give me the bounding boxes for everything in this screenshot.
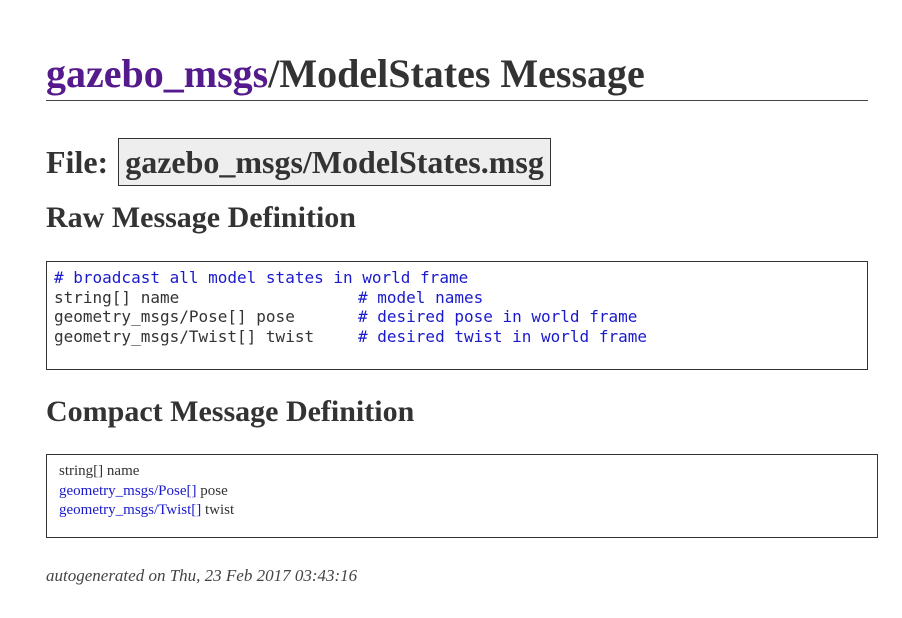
compact-line: geometry_msgs/Twist[] twist bbox=[59, 501, 865, 521]
raw-line: geometry_msgs/Pose[] pose # desired pose … bbox=[54, 307, 860, 327]
raw-comment: # desired twist in world frame bbox=[358, 326, 647, 346]
compact-definition-block: string[] name geometry_msgs/Pose[] pose … bbox=[46, 454, 878, 538]
field-name: name bbox=[106, 463, 140, 479]
raw-declaration: geometry_msgs/Twist[] twist bbox=[54, 326, 315, 346]
raw-line: # broadcast all model states in world fr… bbox=[54, 268, 860, 288]
raw-declaration: string[] name bbox=[54, 287, 180, 307]
raw-definition-heading: Raw Message Definition bbox=[46, 201, 356, 234]
page-title: gazebo_msgs/ModelStates Message bbox=[46, 50, 868, 101]
compact-definition-heading: Compact Message Definition bbox=[46, 395, 415, 428]
file-label: File: bbox=[46, 144, 109, 180]
package-link[interactable]: gazebo_msgs bbox=[46, 51, 268, 96]
twist-type-link[interactable]: geometry_msgs/Twist[] bbox=[59, 502, 201, 518]
file-heading: File: gazebo_msgs/ModelStates.msg bbox=[46, 138, 551, 186]
raw-declaration: geometry_msgs/Pose[] pose bbox=[54, 307, 295, 326]
autogenerated-footer: autogenerated on Thu, 23 Feb 2017 03:43:… bbox=[46, 566, 358, 585]
pose-type-link[interactable]: geometry_msgs/Pose[] bbox=[59, 483, 196, 499]
compact-line: string[] name bbox=[59, 462, 865, 482]
raw-comment: # broadcast all model states in world fr… bbox=[54, 268, 469, 287]
file-path: gazebo_msgs/ModelStates.msg bbox=[118, 138, 551, 186]
raw-comment: # desired pose in world frame bbox=[358, 307, 638, 326]
raw-comment: # model names bbox=[358, 287, 484, 307]
field-type: string[] bbox=[59, 463, 104, 479]
raw-line: string[] name # model names bbox=[54, 288, 860, 308]
raw-definition-block: # broadcast all model states in world fr… bbox=[46, 261, 868, 370]
compact-line: geometry_msgs/Pose[] pose bbox=[59, 482, 865, 502]
field-name: twist bbox=[205, 502, 235, 518]
field-name: pose bbox=[200, 482, 228, 499]
raw-line: geometry_msgs/Twist[] twist # desired twi… bbox=[54, 327, 860, 347]
page-title-rest: /ModelStates Message bbox=[268, 51, 645, 96]
